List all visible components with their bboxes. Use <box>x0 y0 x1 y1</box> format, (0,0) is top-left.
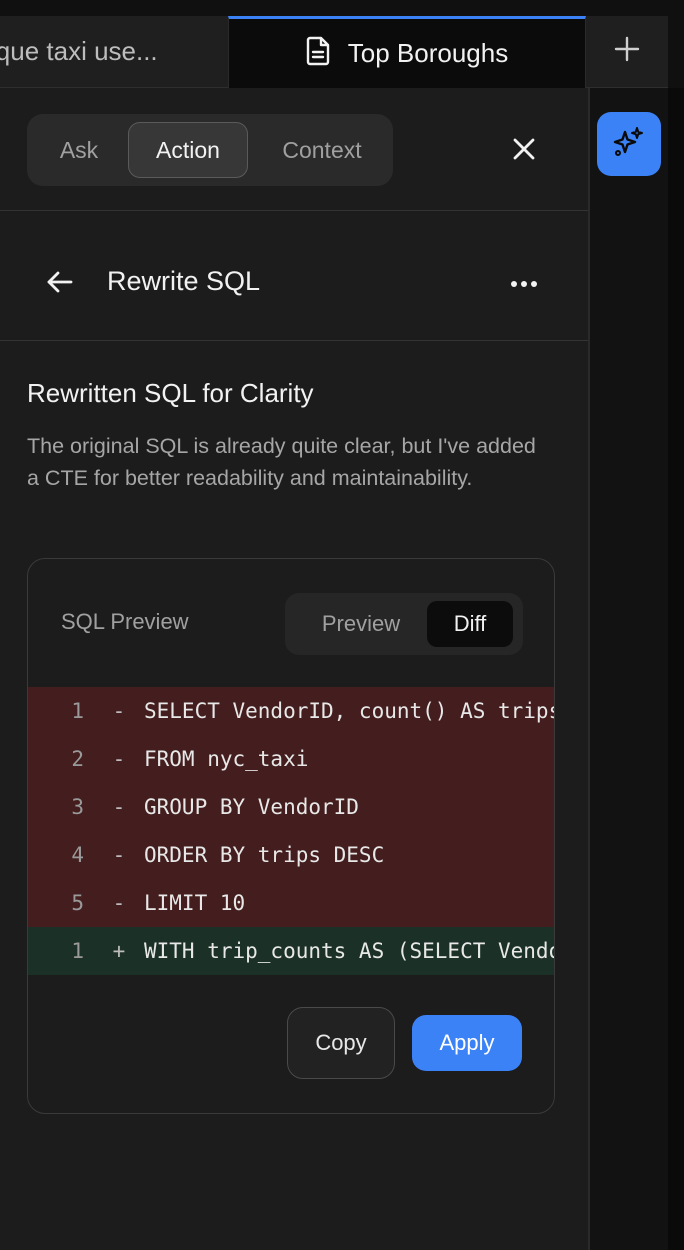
copy-button[interactable]: Copy <box>287 1007 395 1079</box>
sparkles-icon <box>612 125 646 164</box>
plus-icon <box>614 36 640 67</box>
assistant-panel: Ask Action Context Rewrite SQL Rewritten… <box>0 88 588 1250</box>
toggle-diff[interactable]: Diff <box>427 601 513 647</box>
right-rail-edge <box>668 88 684 1250</box>
close-icon <box>512 137 536 166</box>
tab-label: Top Boroughs <box>347 38 509 68</box>
diff-lines: 1 - SELECT VendorID, count() AS trips 2 … <box>28 687 555 975</box>
diff-line-removed: 3 - GROUP BY VendorID <box>28 783 554 831</box>
code-text: SELECT VendorID, count() AS trips <box>144 699 555 723</box>
diff-line-removed: 1 - SELECT VendorID, count() AS trips <box>28 687 555 735</box>
code-text: WITH trip_counts AS (SELECT VendorID <box>144 939 555 963</box>
result-description: The original SQL is already quite clear,… <box>27 434 536 490</box>
toggle-preview[interactable]: Preview <box>301 601 421 647</box>
close-button[interactable] <box>506 133 542 169</box>
divider <box>0 340 588 341</box>
apply-button[interactable]: Apply <box>412 1015 522 1071</box>
line-number: 5 <box>71 891 84 915</box>
line-number: 3 <box>71 795 84 819</box>
ai-assistant-button[interactable] <box>597 112 661 176</box>
sql-preview-card: SQL Preview Preview Diff 1 - SELECT Vend… <box>27 558 555 1114</box>
mode-switch: Ask Action Context <box>27 114 393 186</box>
tab-unique-taxi[interactable]: ique taxi use... <box>0 16 228 88</box>
diff-sign: + <box>112 939 126 963</box>
back-button[interactable] <box>44 268 76 300</box>
action-title: Rewrite SQL <box>107 266 261 296</box>
divider <box>0 210 588 211</box>
line-number: 1 <box>71 699 84 723</box>
line-number: 1 <box>71 939 84 963</box>
diff-sign: - <box>112 843 126 867</box>
diff-sign: - <box>112 699 126 723</box>
document-icon <box>306 36 332 71</box>
diff-sign: - <box>112 747 126 771</box>
diff-line-added: 1 + WITH trip_counts AS (SELECT VendorID <box>28 927 555 975</box>
more-horizontal-icon <box>510 275 538 293</box>
line-number: 4 <box>71 843 84 867</box>
mode-context[interactable]: Context <box>259 122 385 178</box>
code-text: GROUP BY VendorID <box>144 795 359 819</box>
code-text: LIMIT 10 <box>144 891 246 915</box>
code-text: ORDER BY trips DESC <box>144 843 385 867</box>
diff-sign: - <box>112 891 126 915</box>
more-options-button[interactable] <box>508 268 540 300</box>
diff-line-removed: 4 - ORDER BY trips DESC <box>28 831 554 879</box>
tab-label: ique taxi use... <box>0 36 158 66</box>
diff-line-removed: 5 - LIMIT 10 <box>28 879 554 927</box>
tab-bar: ique taxi use... Top Boroughs <box>0 0 684 88</box>
code-text: FROM nyc_taxi <box>144 747 309 771</box>
diff-line-removed: 2 - FROM nyc_taxi <box>28 735 554 783</box>
line-number: 2 <box>71 747 84 771</box>
arrow-left-icon <box>46 270 74 299</box>
mode-ask[interactable]: Ask <box>41 122 117 178</box>
result-heading: Rewritten SQL for Clarity <box>27 378 314 408</box>
diff-sign: - <box>112 795 126 819</box>
mode-action[interactable]: Action <box>128 122 248 178</box>
tab-top-boroughs[interactable]: Top Boroughs <box>228 16 586 88</box>
add-tab-button[interactable] <box>586 16 668 88</box>
sql-preview-label: SQL Preview <box>61 609 189 634</box>
view-toggle: Preview Diff <box>285 593 523 655</box>
